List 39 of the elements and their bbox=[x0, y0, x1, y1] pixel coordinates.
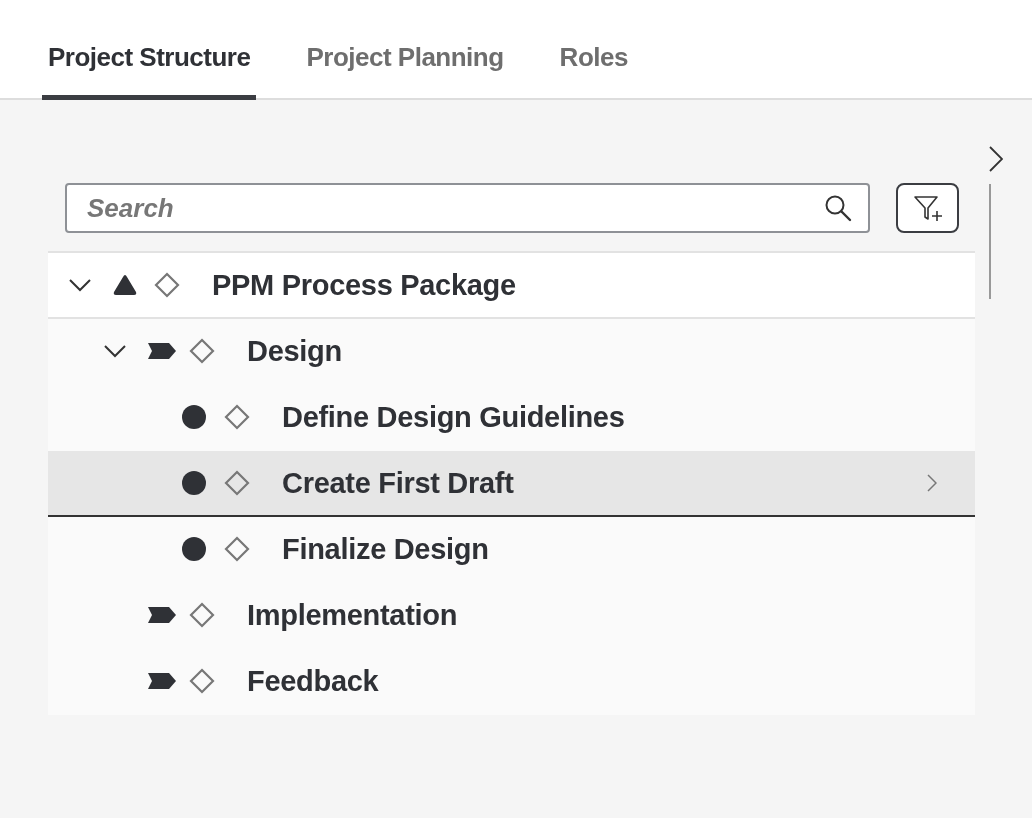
tab[interactable]: Project Planning bbox=[300, 42, 510, 100]
tree-item-label: Design bbox=[247, 334, 343, 368]
dot-icon bbox=[182, 405, 206, 429]
dot-icon bbox=[182, 471, 206, 495]
diamond-icon bbox=[189, 668, 215, 694]
tree-item-label: Feedback bbox=[247, 664, 380, 698]
tree-item-label: Create First Draft bbox=[282, 466, 515, 500]
tree-item-label: Define Design Guidelines bbox=[282, 400, 626, 434]
tree-item-label: PPM Process Package bbox=[212, 268, 517, 302]
diamond-icon bbox=[154, 272, 180, 298]
tree-row[interactable]: Define Design Guidelines bbox=[48, 385, 975, 451]
diamond-icon bbox=[224, 404, 250, 430]
add-filter-button[interactable] bbox=[896, 183, 959, 233]
diamond-icon bbox=[189, 602, 215, 628]
diamond-icon bbox=[224, 536, 250, 562]
chevron-tag-icon bbox=[147, 606, 177, 624]
dot-icon bbox=[182, 537, 206, 561]
chevron-tag-icon bbox=[147, 672, 177, 690]
collapse-caret-icon[interactable] bbox=[103, 344, 127, 358]
collapse-caret-icon[interactable] bbox=[68, 278, 92, 292]
chevron-right-icon[interactable] bbox=[989, 146, 1003, 172]
tree-row[interactable]: Design bbox=[48, 319, 975, 385]
tree-row[interactable]: Implementation bbox=[48, 583, 975, 649]
search-field[interactable]: Search bbox=[65, 183, 870, 233]
chevron-tag-icon bbox=[147, 342, 177, 360]
tree-row[interactable]: Create First Draft bbox=[48, 451, 975, 517]
tree-row[interactable]: PPM Process Package bbox=[48, 253, 975, 319]
diamond-icon bbox=[189, 338, 215, 364]
tab[interactable]: Project Structure bbox=[42, 42, 257, 100]
diamond-icon bbox=[224, 470, 250, 496]
tree-row[interactable]: Feedback bbox=[48, 649, 975, 715]
tree-item-label: Finalize Design bbox=[282, 532, 490, 566]
scrollbar[interactable] bbox=[989, 184, 991, 299]
tree-item-label: Implementation bbox=[247, 598, 459, 632]
triangle-icon bbox=[112, 273, 138, 297]
filter-plus-icon bbox=[912, 193, 943, 223]
tab[interactable]: Roles bbox=[553, 42, 634, 100]
tree-row[interactable]: Finalize Design bbox=[48, 517, 975, 583]
search-icon bbox=[824, 194, 852, 222]
